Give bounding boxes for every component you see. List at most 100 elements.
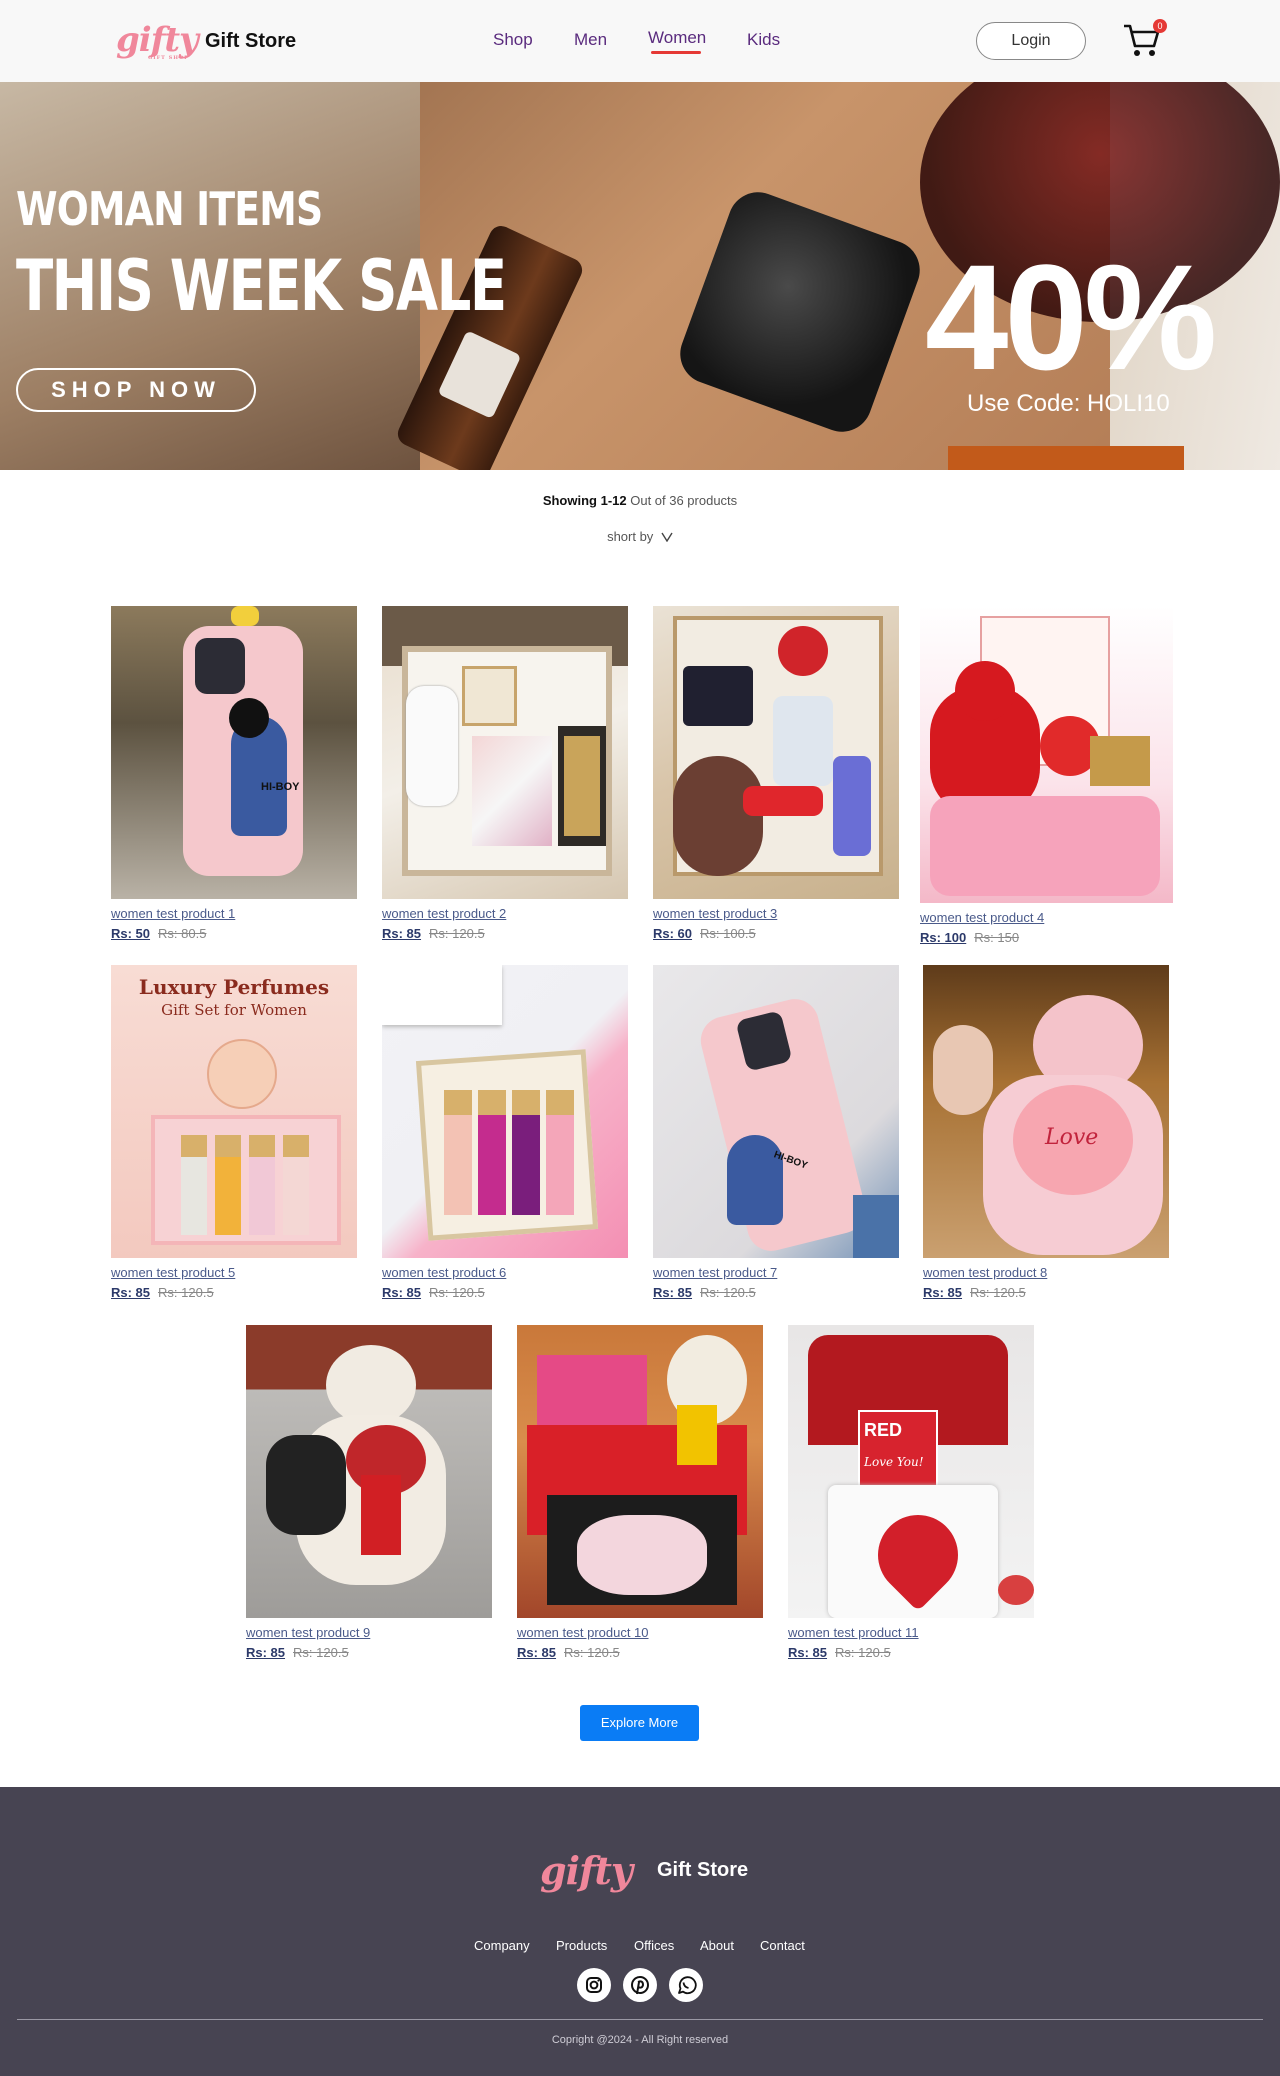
product-old-price: Rs: 80.5 <box>158 926 207 941</box>
results-count: Showing 1-12 Out of 36 products <box>0 493 1280 508</box>
product-price: Rs: 85 <box>382 926 422 941</box>
pinterest-icon[interactable] <box>623 1968 657 2002</box>
nav-kids[interactable]: Kids <box>747 30 780 50</box>
product-price: Rs: 50 <box>111 926 151 941</box>
product-name[interactable]: women test product 8 <box>923 1265 1169 1280</box>
product-image[interactable]: HI-BOY <box>111 606 357 899</box>
product-image[interactable] <box>920 606 1173 903</box>
login-button[interactable]: Login <box>976 22 1086 60</box>
product-card[interactable]: RED Love You! women test product 11 Rs: … <box>788 1325 1034 1660</box>
product-old-price: Rs: 120.5 <box>429 926 485 941</box>
product-old-price: Rs: 120.5 <box>700 1285 756 1300</box>
footer-link-about[interactable]: About <box>700 1938 734 1953</box>
product-print-text: RED <box>864 1420 903 1440</box>
product-name[interactable]: women test product 2 <box>382 906 628 921</box>
hero-promo-code: Use Code: HOLI10 <box>967 390 1170 417</box>
product-image[interactable]: Love <box>923 965 1169 1258</box>
product-image[interactable] <box>382 965 628 1258</box>
product-image[interactable] <box>246 1325 492 1618</box>
product-old-price: Rs: 120.5 <box>970 1285 1026 1300</box>
nav-shop[interactable]: Shop <box>493 30 533 50</box>
product-print-subtitle: Gift Set for Women <box>161 1001 307 1019</box>
whatsapp-icon[interactable] <box>669 1968 703 2002</box>
product-card[interactable]: Love women test product 8 Rs: 85 Rs: 120.… <box>923 965 1169 1300</box>
product-card[interactable]: HI-BOY women test product 7 Rs: 85 Rs: 12… <box>653 965 899 1300</box>
results-range: Showing 1-12 <box>542 493 627 508</box>
site-footer: gifty Gift Store Company Products Office… <box>0 1787 1280 2076</box>
product-old-price: Rs: 120.5 <box>293 1645 349 1660</box>
logo-tagline: GIFT SHOP <box>148 55 190 61</box>
product-card[interactable]: women test product 4 Rs: 100 Rs: 150 <box>920 606 1173 945</box>
product-image[interactable] <box>382 606 628 899</box>
product-name[interactable]: women test product 11 <box>788 1625 1034 1640</box>
results-total: Out of 36 products <box>626 493 738 508</box>
footer-link-contact[interactable]: Contact <box>760 1938 805 1953</box>
product-name[interactable]: women test product 10 <box>517 1625 763 1640</box>
product-price: Rs: 85 <box>111 1285 151 1300</box>
product-price: Rs: 85 <box>517 1645 557 1660</box>
footer-divider <box>17 2019 1263 2020</box>
product-price: Rs: 85 <box>246 1645 286 1660</box>
footer-link-company[interactable]: Company <box>474 1938 530 1953</box>
hero-heading-2: THIS WEEK SALE <box>16 245 507 327</box>
product-name[interactable]: women test product 4 <box>920 910 1166 925</box>
product-card[interactable]: Luxury Perfumes Gift Set for Women women… <box>111 965 357 1300</box>
copyright: Copright @2024 - All Right reserved <box>551 2034 729 2046</box>
product-name[interactable]: women test product 5 <box>111 1265 357 1280</box>
product-card[interactable]: women test product 10 Rs: 85 Rs: 120.5 <box>517 1325 763 1660</box>
product-card[interactable]: women test product 9 Rs: 85 Rs: 120.5 <box>246 1325 492 1660</box>
product-old-price: Rs: 100.5 <box>700 926 756 941</box>
brand-name[interactable]: Gift Store <box>205 30 296 53</box>
hero-heading-1: WOMAN ITEMS <box>16 182 323 236</box>
product-print-text: Love <box>1045 1125 1099 1150</box>
product-price: Rs: 85 <box>382 1285 422 1300</box>
footer-link-offices[interactable]: Offices <box>634 1938 674 1953</box>
explore-more-button[interactable]: Explore More <box>580 1705 699 1741</box>
product-price: Rs: 85 <box>923 1285 963 1300</box>
product-old-price: Rs: 120.5 <box>835 1645 891 1660</box>
product-old-price: Rs: 120.5 <box>158 1285 214 1300</box>
product-name[interactable]: women test product 6 <box>382 1265 628 1280</box>
product-old-price: Rs: 120.5 <box>429 1285 485 1300</box>
product-name[interactable]: women test product 3 <box>653 906 899 921</box>
footer-brand-name: Gift Store <box>657 1859 749 1881</box>
logo[interactable]: gifty GIFT SHOP <box>116 20 199 61</box>
nav-men[interactable]: Men <box>574 30 607 50</box>
product-card[interactable]: women test product 3 Rs: 60 Rs: 100.5 <box>653 606 899 941</box>
product-print-text: HI-BOY <box>261 781 300 793</box>
site-header: gifty GIFT SHOP Gift Store Shop Men Wome… <box>0 0 1280 82</box>
product-price: Rs: 60 <box>653 926 693 941</box>
product-image[interactable]: HI-BOY <box>653 965 899 1258</box>
product-price: Rs: 85 <box>788 1645 828 1660</box>
product-name[interactable]: women test product 7 <box>653 1265 899 1280</box>
product-print-title: Luxury Perfumes <box>138 975 330 999</box>
nav-women[interactable]: Women <box>648 28 706 48</box>
hero-discount: 40% <box>925 233 1217 401</box>
product-old-price: Rs: 120.5 <box>564 1645 620 1660</box>
shop-now-button[interactable]: SHOP NOW <box>16 368 256 412</box>
product-name[interactable]: women test product 1 <box>111 906 357 921</box>
sort-label: short by <box>607 529 654 544</box>
product-card[interactable]: HI-BOY women test product 1 Rs: 50 Rs: 80… <box>111 606 357 941</box>
product-price: Rs: 85 <box>653 1285 693 1300</box>
product-image[interactable]: Luxury Perfumes Gift Set for Women <box>111 965 357 1258</box>
footer-link-products[interactable]: Products <box>556 1938 607 1953</box>
instagram-icon[interactable] <box>577 1968 611 2002</box>
product-name[interactable]: women test product 9 <box>246 1625 492 1640</box>
active-nav-underline <box>651 51 701 54</box>
product-card[interactable]: women test product 6 Rs: 85 Rs: 120.5 <box>382 965 628 1300</box>
hero-decor-strip <box>948 446 1184 470</box>
sort-dropdown[interactable]: short by <box>0 529 1280 544</box>
product-price: Rs: 100 <box>920 930 967 945</box>
product-card[interactable]: women test product 2 Rs: 85 Rs: 120.5 <box>382 606 628 941</box>
product-image[interactable] <box>517 1325 763 1618</box>
chevron-down-icon <box>661 532 673 543</box>
product-image[interactable]: RED Love You! <box>788 1325 1034 1618</box>
logo-text: gifty <box>116 20 199 60</box>
footer-logo[interactable]: gifty <box>540 1848 633 1893</box>
product-image[interactable] <box>653 606 899 899</box>
cart-count-badge: 0 <box>1153 19 1167 33</box>
product-old-price: Rs: 150 <box>974 930 1020 945</box>
hero-banner: WOMAN ITEMS THIS WEEK SALE SHOP NOW 40% … <box>0 82 1280 470</box>
product-print-text: Love You! <box>864 1455 924 1469</box>
